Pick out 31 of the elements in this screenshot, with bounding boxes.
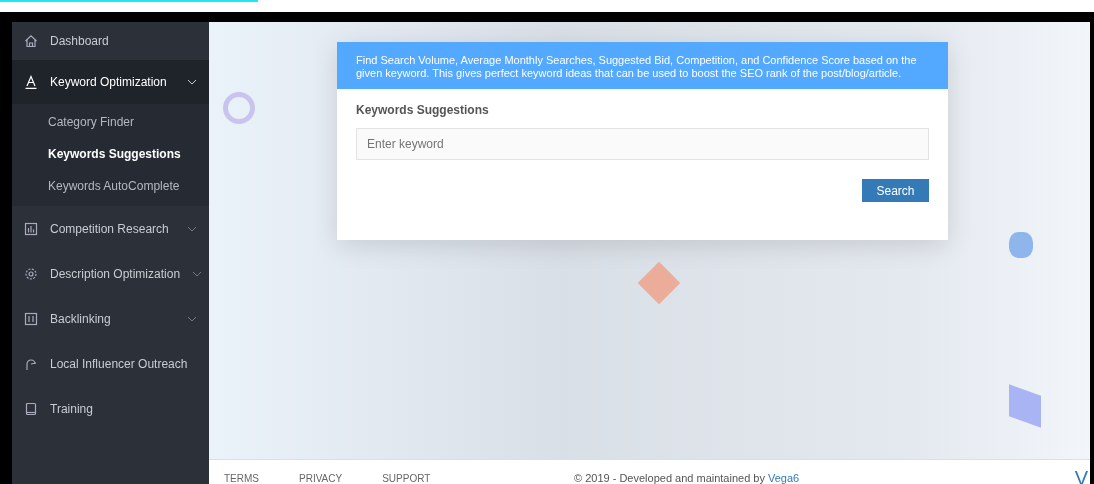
menu-icon	[24, 34, 38, 48]
keyword-input[interactable]: Enter keyword	[356, 128, 929, 160]
submenu-item[interactable]: Keywords AutoComplete	[12, 170, 209, 202]
sidebar-item[interactable]: Description Optimization	[12, 251, 209, 296]
sidebar-item[interactable]: Keyword Optimization	[12, 60, 209, 104]
chevron-icon	[187, 225, 197, 232]
submenu-item[interactable]: Keywords Suggestions	[12, 138, 209, 170]
menu-icon	[24, 311, 38, 326]
submenu-item[interactable]: Category Finder	[12, 106, 209, 138]
menu-icon	[24, 221, 38, 236]
sidebar-item[interactable]: Backlinking	[12, 296, 209, 341]
sidebar-item[interactable]: Dashboard	[12, 22, 209, 60]
sidebar-item[interactable]: Local Influencer Outreach	[12, 341, 209, 386]
search-button[interactable]: Search	[862, 179, 929, 202]
footer-link[interactable]: PRIVACY	[299, 474, 343, 484]
sidebar-item[interactable]: Competition Research	[12, 206, 209, 251]
menu-icon	[24, 266, 38, 281]
company-link[interactable]: Vega6	[768, 472, 800, 484]
footer-link[interactable]: SUPPORT	[382, 474, 431, 484]
info-text: Find Search Volume, Average Monthly Searches, Suggested Bid, Competition, and Confidence Score based on the given keyword. This gives perfect keyword ideas that can be used to boost the SEO rank of the post/blog/article.	[356, 54, 917, 79]
chevron-icon	[187, 315, 197, 322]
menu-icon	[24, 356, 38, 371]
chevron-icon	[187, 79, 197, 85]
footer-link[interactable]: TERMS	[224, 474, 259, 484]
chevron-icon	[192, 270, 203, 277]
shape-decoration	[1009, 232, 1033, 258]
field-label: Keywords Suggestions	[356, 103, 490, 117]
copyright-text: © 2019 - Developed and maintained by	[574, 472, 765, 484]
menu-icon	[24, 401, 38, 416]
menu-icon	[24, 75, 38, 89]
sidebar-item[interactable]: Training	[12, 386, 209, 431]
